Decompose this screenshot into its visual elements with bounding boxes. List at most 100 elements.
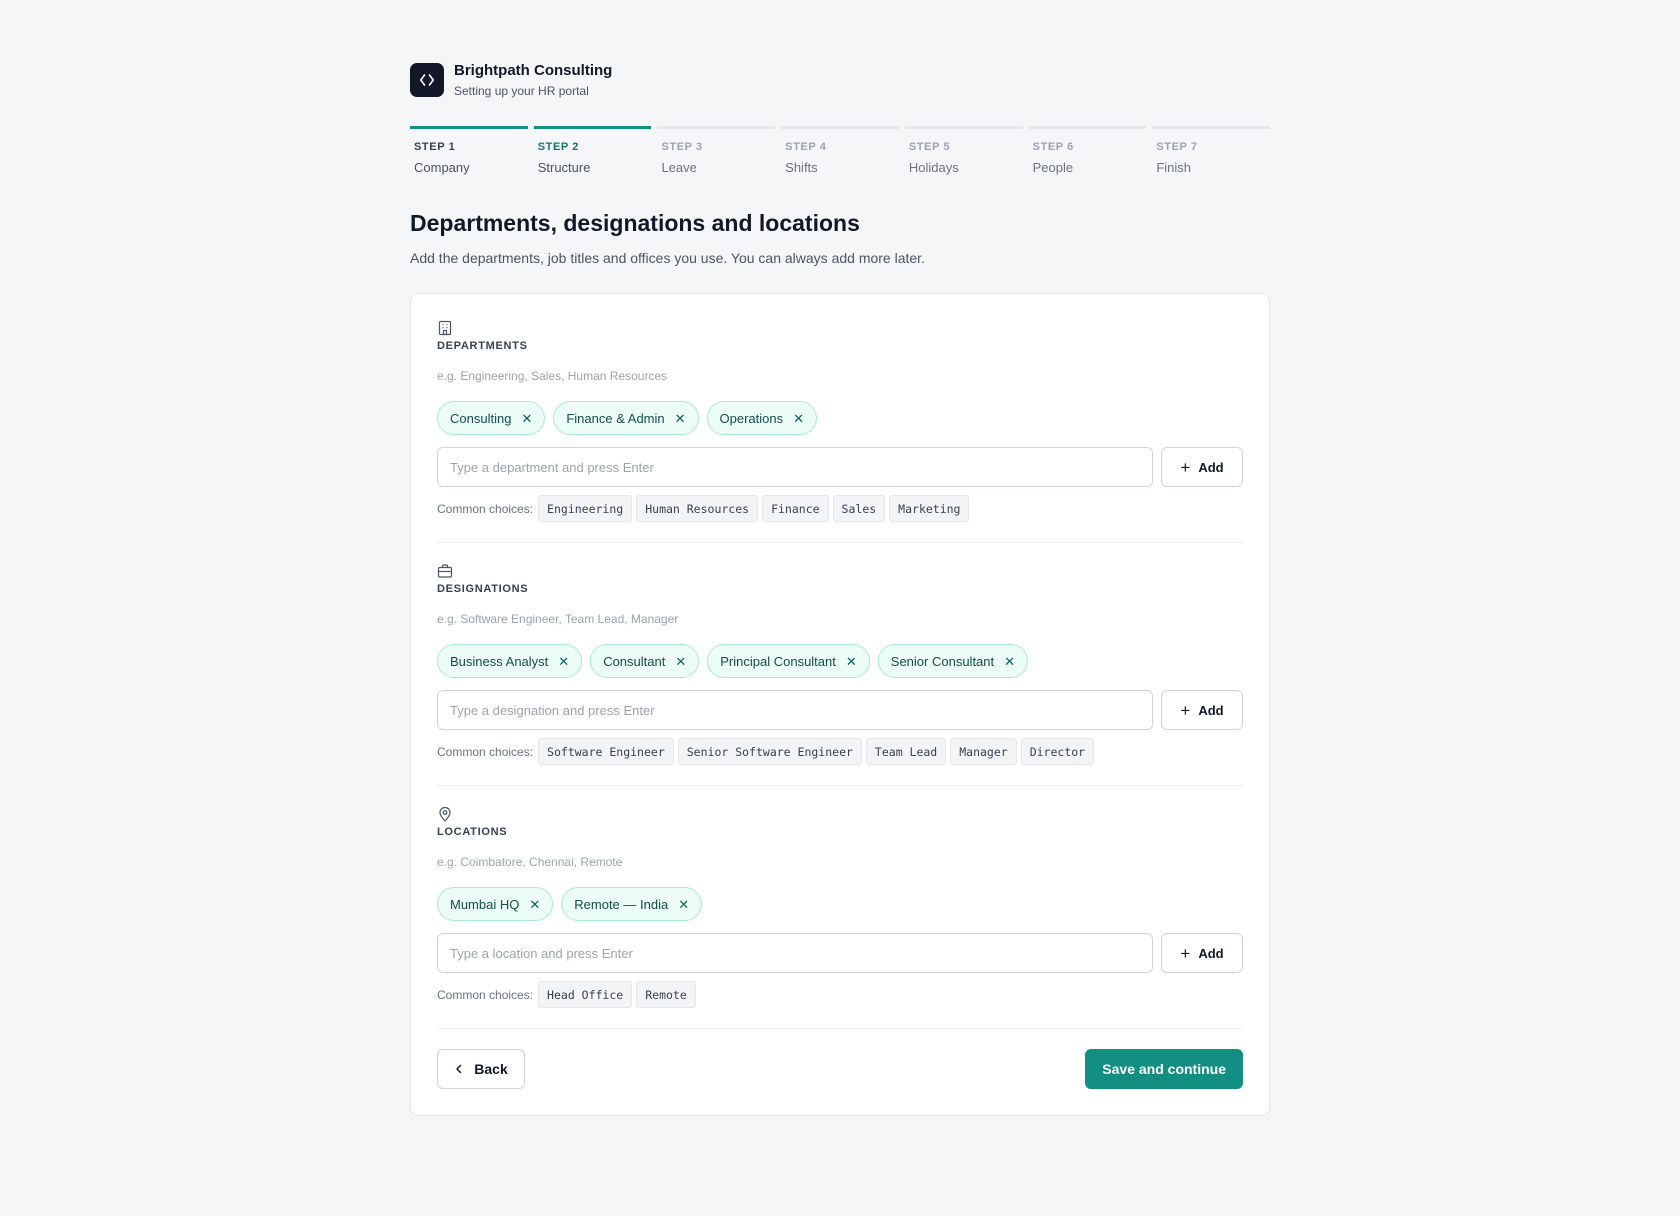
- plus-icon: +: [1180, 457, 1191, 477]
- location-chip: Remote — India ✕: [561, 887, 703, 921]
- remove-chip-icon[interactable]: ✕: [1004, 655, 1015, 668]
- step-label: Holidays: [908, 160, 959, 175]
- common-choice[interactable]: Remote: [636, 981, 696, 1008]
- department-common-choices: Common choices: Engineering Human Resour…: [437, 495, 1243, 522]
- step-label: Structure: [537, 160, 591, 175]
- department-chip: Consulting ✕: [437, 401, 546, 435]
- location-chips: Mumbai HQ ✕ Remote — India ✕: [437, 887, 1243, 921]
- step-number: STEP 6: [1032, 141, 1074, 153]
- step-leave: STEP 3 Leave: [657, 126, 776, 176]
- remove-chip-icon[interactable]: ✕: [558, 655, 569, 668]
- add-location-button[interactable]: + Add: [1161, 933, 1243, 973]
- location-input[interactable]: [437, 933, 1153, 973]
- chip-label: Operations: [719, 410, 784, 426]
- designation-chip: Consultant ✕: [590, 644, 700, 678]
- common-choice[interactable]: Sales: [832, 495, 886, 522]
- briefcase-icon: [437, 564, 453, 578]
- common-choice[interactable]: Engineering: [538, 495, 633, 522]
- brand-subtitle: Setting up your HR portal: [454, 84, 589, 98]
- common-choice[interactable]: Manager: [950, 738, 1017, 765]
- common-choice[interactable]: Marketing: [889, 495, 970, 522]
- location-input-row: + Add: [437, 933, 1243, 973]
- remove-chip-icon[interactable]: ✕: [846, 655, 857, 668]
- chip-label: Consulting: [450, 410, 512, 426]
- step-number: STEP 5: [908, 141, 951, 153]
- step-number: STEP 7: [1156, 141, 1198, 153]
- chip-label: Finance & Admin: [566, 410, 665, 426]
- common-choice[interactable]: Senior Software Engineer: [677, 738, 862, 765]
- department-chip: Finance & Admin ✕: [553, 401, 699, 435]
- common-choice[interactable]: Team Lead: [865, 738, 947, 765]
- chip-label: Mumbai HQ: [450, 896, 520, 912]
- department-input-row: + Add: [437, 447, 1243, 487]
- code-brackets-icon: [419, 74, 434, 86]
- add-button-label: Add: [1198, 702, 1224, 718]
- step-number: STEP 4: [785, 141, 827, 153]
- location-common-choices: Common choices: Head Office Remote: [437, 981, 1243, 1008]
- add-designation-button[interactable]: + Add: [1161, 690, 1243, 730]
- chip-label: Principal Consultant: [720, 653, 836, 669]
- add-department-button[interactable]: + Add: [1161, 447, 1243, 487]
- remove-chip-icon[interactable]: ✕: [675, 655, 686, 668]
- common-choice[interactable]: Finance: [762, 495, 829, 522]
- building-icon: [438, 320, 452, 336]
- plus-icon: +: [1180, 943, 1191, 963]
- remove-chip-icon[interactable]: ✕: [678, 898, 689, 911]
- company-name: Brightpath Consulting: [454, 62, 613, 79]
- section-title: DESIGNATIONS: [437, 583, 529, 595]
- step-label: Company: [414, 160, 470, 175]
- designation-common-choices: Common choices: Software Engineer Senior…: [437, 738, 1243, 765]
- step-label: Leave: [661, 160, 697, 175]
- remove-chip-icon[interactable]: ✕: [793, 412, 804, 425]
- brand-logo: [410, 63, 444, 97]
- plus-icon: +: [1180, 700, 1191, 720]
- step-structure[interactable]: STEP 2 Structure: [533, 126, 652, 176]
- chevron-left-icon: [456, 1064, 462, 1074]
- form-footer: Back Save and continue: [437, 1049, 1243, 1089]
- remove-chip-icon[interactable]: ✕: [529, 898, 540, 911]
- designations-section: DESIGNATIONS e.g. Software Engineer, Tea…: [437, 563, 1243, 786]
- common-choice[interactable]: Human Resources: [636, 495, 759, 522]
- common-choices-label: Common choices:: [437, 987, 534, 1002]
- brand-header: Brightpath Consulting Setting up your HR…: [410, 62, 1270, 98]
- chip-label: Senior Consultant: [890, 653, 995, 669]
- section-title: DEPARTMENTS: [437, 340, 528, 352]
- step-label: People: [1032, 160, 1074, 175]
- page-subtitle: Add the departments, job titles and offi…: [410, 250, 925, 266]
- locations-section: LOCATIONS e.g. Coimbatore, Chennai, Remo…: [437, 806, 1243, 1029]
- back-button[interactable]: Back: [437, 1049, 525, 1089]
- designation-chip: Senior Consultant ✕: [877, 644, 1029, 678]
- department-chips: Consulting ✕ Finance & Admin ✕ Operation…: [437, 401, 1243, 435]
- step-finish: STEP 7 Finish: [1152, 126, 1271, 176]
- step-number: STEP 1: [414, 141, 456, 153]
- designation-chip: Principal Consultant ✕: [707, 644, 870, 678]
- step-label: Shifts: [785, 160, 818, 175]
- add-button-label: Add: [1198, 945, 1224, 961]
- map-pin-icon: [439, 806, 451, 822]
- step-label: Finish: [1156, 160, 1191, 175]
- designation-input-row: + Add: [437, 690, 1243, 730]
- back-button-label: Back: [474, 1061, 508, 1077]
- step-company[interactable]: STEP 1 Company: [410, 126, 528, 176]
- common-choice[interactable]: Software Engineer: [538, 738, 674, 765]
- section-title: LOCATIONS: [437, 826, 508, 838]
- remove-chip-icon[interactable]: ✕: [675, 412, 686, 425]
- common-choice[interactable]: Head Office: [538, 981, 633, 1008]
- designation-input[interactable]: [437, 690, 1153, 730]
- department-input[interactable]: [437, 447, 1153, 487]
- common-choices-label: Common choices:: [437, 744, 534, 759]
- chip-label: Business Analyst: [450, 653, 549, 669]
- stepper: STEP 1 Company STEP 2 Structure STEP 3 L…: [410, 126, 1271, 176]
- chip-label: Remote — India: [574, 896, 669, 912]
- remove-chip-icon[interactable]: ✕: [521, 412, 532, 425]
- section-hint: e.g. Software Engineer, Team Lead, Manag…: [437, 612, 679, 626]
- save-and-continue-button[interactable]: Save and continue: [1085, 1049, 1243, 1089]
- step-shifts: STEP 4 Shifts: [781, 126, 899, 176]
- setup-wizard: Brightpath Consulting Setting up your HR…: [410, 62, 1271, 1116]
- section-hint: e.g. Coimbatore, Chennai, Remote: [437, 855, 623, 869]
- common-choice[interactable]: Director: [1020, 738, 1095, 765]
- departments-section: DEPARTMENTS e.g. Engineering, Sales, Hum…: [437, 320, 1243, 543]
- step-number: STEP 3: [661, 141, 703, 153]
- structure-form-card: DEPARTMENTS e.g. Engineering, Sales, Hum…: [410, 293, 1270, 1116]
- designation-chip: Business Analyst ✕: [437, 644, 583, 678]
